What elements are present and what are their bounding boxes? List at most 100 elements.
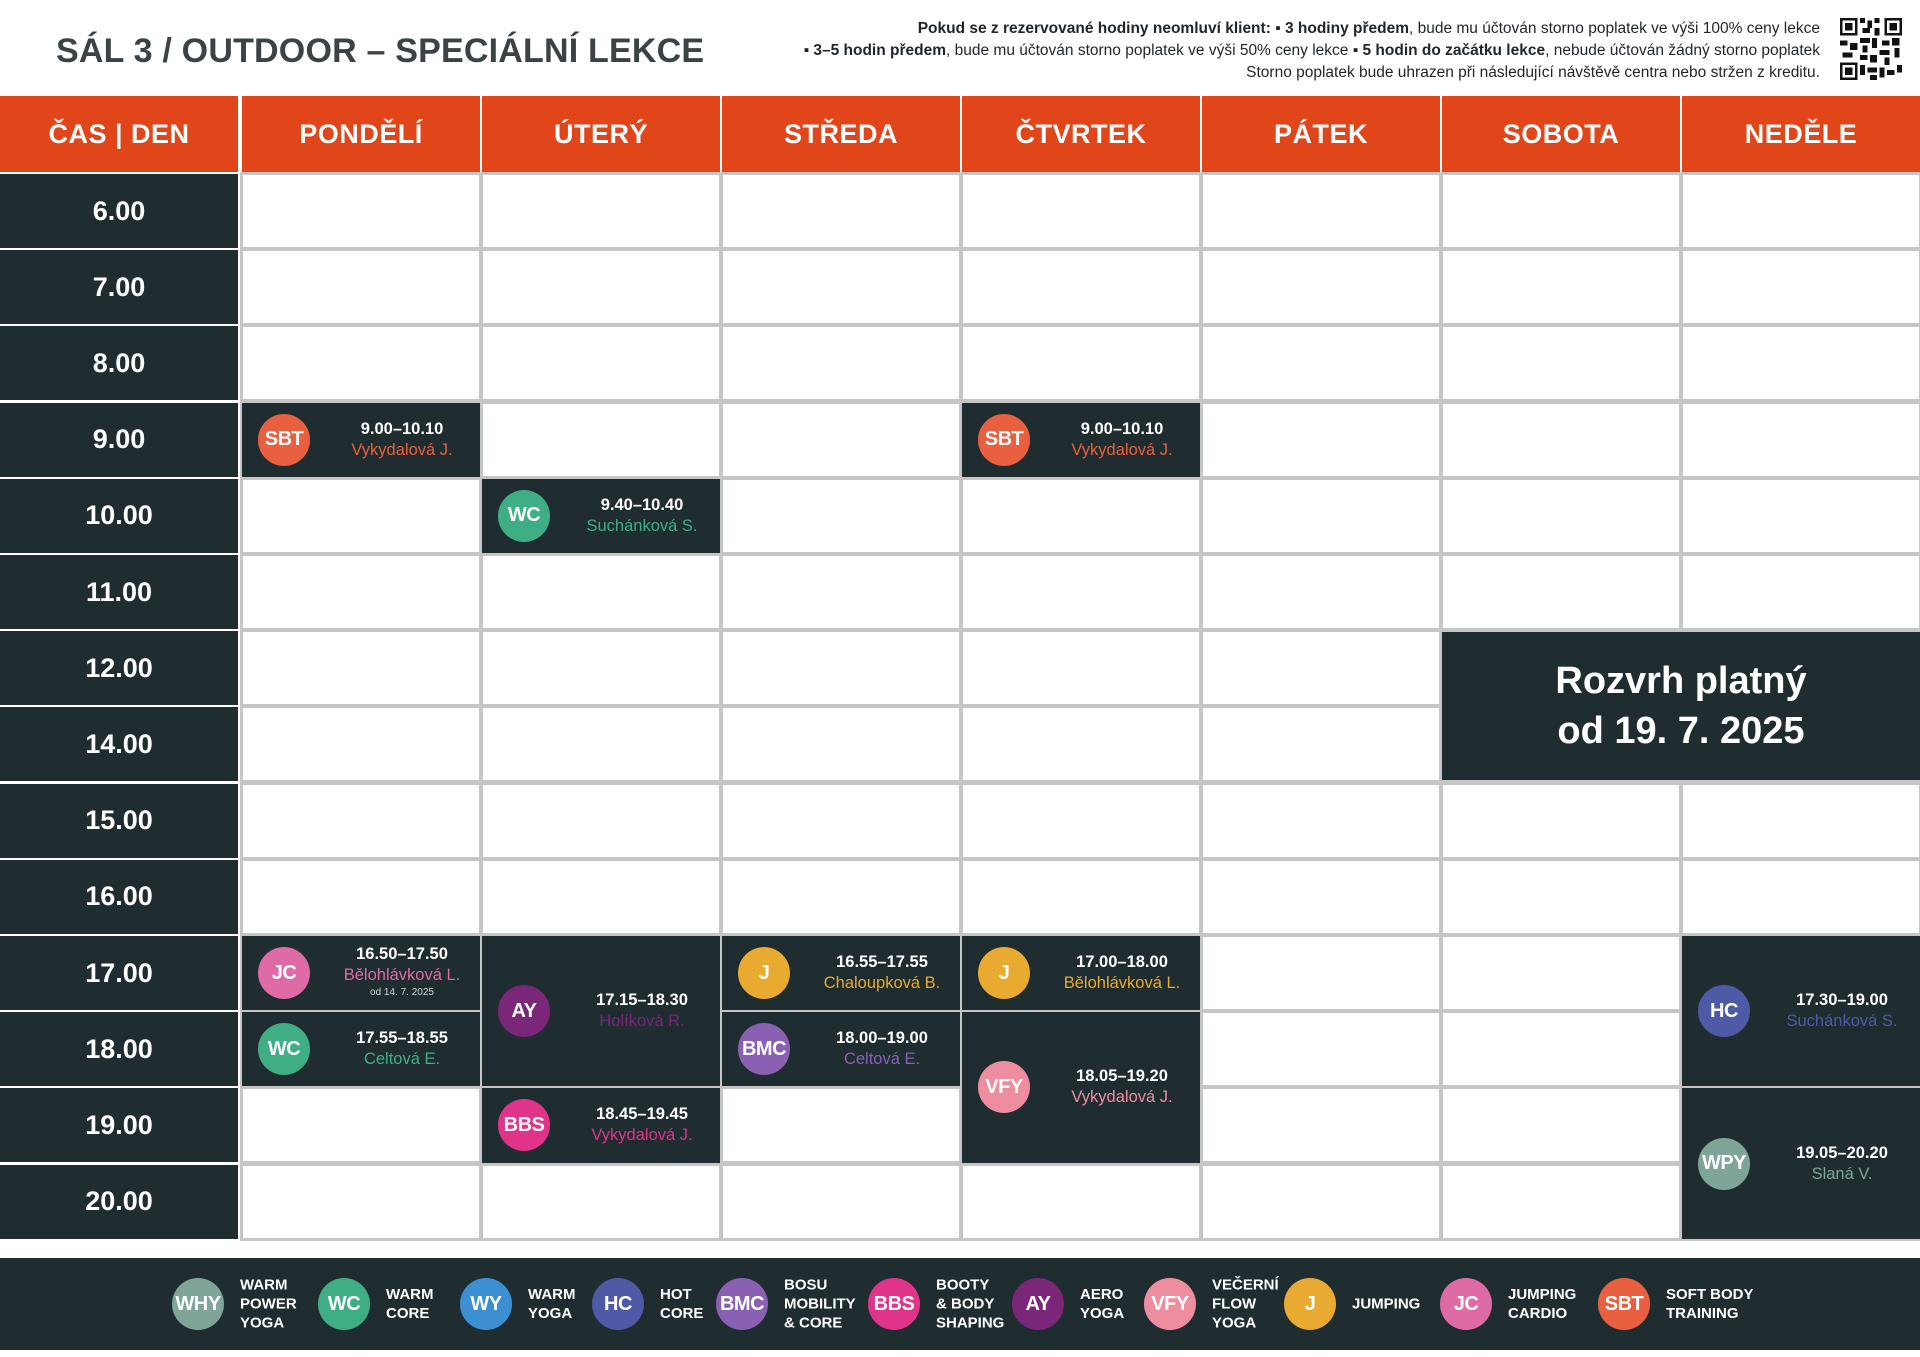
lesson-ay[interactable]: AY 17.15–18.30 Holíková R.	[482, 936, 720, 1087]
slot-sunday[interactable]	[1680, 401, 1920, 479]
slot-tuesday[interactable]	[480, 782, 722, 860]
slot-tuesday[interactable]	[480, 553, 722, 631]
lesson-note: od 14. 7. 2025	[370, 987, 434, 999]
slot-sunday[interactable]	[1680, 782, 1920, 860]
slot-sunday[interactable]	[1680, 477, 1920, 555]
slot-thursday[interactable]	[960, 629, 1202, 707]
slot-saturday[interactable]	[1440, 324, 1682, 402]
legend-badge: BBS	[868, 1278, 920, 1330]
slot-friday[interactable]	[1200, 324, 1442, 402]
slot-sunday[interactable]	[1680, 858, 1920, 936]
slot-thursday[interactable]	[960, 858, 1202, 936]
slot-monday[interactable]	[240, 553, 482, 631]
slot-monday[interactable]	[240, 1086, 482, 1164]
lesson-bmc[interactable]: BMC 18.00–19.00 Celtová E.	[722, 1012, 960, 1087]
slot-wednesday[interactable]	[720, 477, 962, 555]
slot-friday[interactable]	[1200, 782, 1442, 860]
time-cell: 9.00	[0, 402, 238, 477]
slot-sunday[interactable]	[1680, 248, 1920, 326]
lesson-wpy[interactable]: WPY 19.05–20.20 Slaná V.	[1682, 1088, 1920, 1239]
slot-thursday[interactable]	[960, 172, 1202, 250]
slot-saturday[interactable]	[1440, 1010, 1682, 1088]
slot-thursday[interactable]	[960, 553, 1202, 631]
header-day-friday: PÁTEK	[1202, 96, 1440, 172]
slot-thursday[interactable]	[960, 1163, 1202, 1241]
slot-saturday[interactable]	[1440, 858, 1682, 936]
slot-tuesday[interactable]	[480, 172, 722, 250]
slot-friday[interactable]	[1200, 858, 1442, 936]
slot-sunday[interactable]	[1680, 324, 1920, 402]
lesson-hc[interactable]: HC 17.30–19.00 Suchánková S.	[1682, 936, 1920, 1087]
slot-friday[interactable]	[1200, 477, 1442, 555]
slot-monday[interactable]	[240, 629, 482, 707]
slot-wednesday[interactable]	[720, 1086, 962, 1164]
slot-friday[interactable]	[1200, 934, 1442, 1012]
lesson-wc[interactable]: WC 9.40–10.40 Suchánková S.	[482, 478, 720, 553]
slot-wednesday[interactable]	[720, 553, 962, 631]
slot-friday[interactable]	[1200, 248, 1442, 326]
slot-saturday[interactable]	[1440, 553, 1682, 631]
slot-tuesday[interactable]	[480, 324, 722, 402]
slot-sunday[interactable]	[1680, 553, 1920, 631]
slot-monday[interactable]	[240, 324, 482, 402]
slot-saturday[interactable]	[1440, 477, 1682, 555]
slot-monday[interactable]	[240, 782, 482, 860]
lesson-badge: JC	[258, 947, 310, 1000]
slot-friday[interactable]	[1200, 705, 1442, 783]
lesson-j[interactable]: J 16.55–17.55 Chaloupková B.	[722, 936, 960, 1011]
lesson-badge: SBT	[978, 413, 1030, 466]
slot-friday[interactable]	[1200, 401, 1442, 479]
slot-saturday[interactable]	[1440, 401, 1682, 479]
slot-wednesday[interactable]	[720, 1163, 962, 1241]
slot-wednesday[interactable]	[720, 782, 962, 860]
slot-tuesday[interactable]	[480, 705, 722, 783]
slot-monday[interactable]	[240, 248, 482, 326]
slot-monday[interactable]	[240, 1163, 482, 1241]
validity-line-1: Rozvrh platný	[1555, 660, 1807, 702]
slot-thursday[interactable]	[960, 477, 1202, 555]
slot-thursday[interactable]	[960, 705, 1202, 783]
slot-friday[interactable]	[1200, 553, 1442, 631]
slot-thursday[interactable]	[960, 324, 1202, 402]
lesson-sbt[interactable]: SBT 9.00–10.10 Vykydalová J.	[242, 402, 480, 477]
slot-monday[interactable]	[240, 172, 482, 250]
slot-wednesday[interactable]	[720, 172, 962, 250]
slot-friday[interactable]	[1200, 172, 1442, 250]
slot-tuesday[interactable]	[480, 248, 722, 326]
slot-wednesday[interactable]	[720, 401, 962, 479]
lesson-time: 17.30–19.00	[1796, 991, 1888, 1010]
slot-saturday[interactable]	[1440, 1086, 1682, 1164]
slot-tuesday[interactable]	[480, 1163, 722, 1241]
slot-wednesday[interactable]	[720, 248, 962, 326]
slot-wednesday[interactable]	[720, 705, 962, 783]
slot-monday[interactable]	[240, 858, 482, 936]
slot-tuesday[interactable]	[480, 858, 722, 936]
slot-tuesday[interactable]	[480, 401, 722, 479]
lesson-jc[interactable]: JC 16.50–17.50 Bělohlávková L. od 14. 7. 20…	[242, 936, 480, 1011]
slot-saturday[interactable]	[1440, 1163, 1682, 1241]
slot-friday[interactable]	[1200, 629, 1442, 707]
legend-badge: WC	[318, 1278, 370, 1330]
slot-friday[interactable]	[1200, 1010, 1442, 1088]
lesson-vfy[interactable]: VFY 18.05–19.20 Vykydalová J.	[962, 1012, 1200, 1163]
lesson-j[interactable]: J 17.00–18.00 Bělohlávková L.	[962, 936, 1200, 1011]
slot-wednesday[interactable]	[720, 629, 962, 707]
slot-friday[interactable]	[1200, 1163, 1442, 1241]
slot-sunday[interactable]	[1680, 172, 1920, 250]
slot-thursday[interactable]	[960, 782, 1202, 860]
slot-saturday[interactable]	[1440, 934, 1682, 1012]
slot-saturday[interactable]	[1440, 782, 1682, 860]
slot-saturday[interactable]	[1440, 248, 1682, 326]
slot-thursday[interactable]	[960, 248, 1202, 326]
slot-tuesday[interactable]	[480, 629, 722, 707]
qr-code-icon[interactable]	[1840, 18, 1902, 80]
slot-friday[interactable]	[1200, 1086, 1442, 1164]
slot-wednesday[interactable]	[720, 858, 962, 936]
slot-monday[interactable]	[240, 477, 482, 555]
lesson-wc[interactable]: WC 17.55–18.55 Celtová E.	[242, 1012, 480, 1087]
slot-wednesday[interactable]	[720, 324, 962, 402]
lesson-bbs[interactable]: BBS 18.45–19.45 Vykydalová J.	[482, 1088, 720, 1163]
slot-saturday[interactable]	[1440, 172, 1682, 250]
slot-monday[interactable]	[240, 705, 482, 783]
lesson-sbt[interactable]: SBT 9.00–10.10 Vykydalová J.	[962, 402, 1200, 477]
